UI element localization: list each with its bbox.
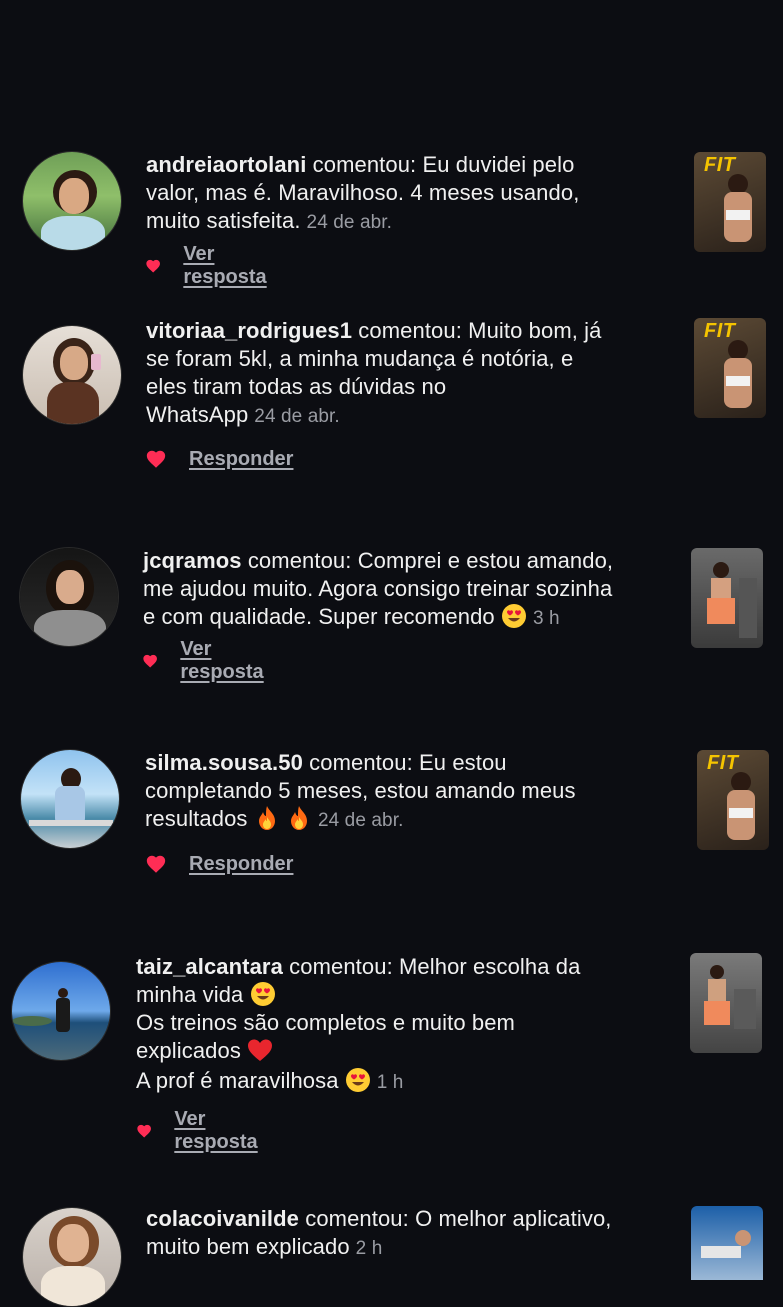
timestamp: 24 de abr. <box>254 406 340 427</box>
comment-line: resultados <box>145 806 248 831</box>
username[interactable]: taiz_alcantara <box>136 954 283 979</box>
comment-line: Eu estou <box>419 750 507 775</box>
comment-actions: Ver resposta <box>145 243 272 288</box>
comment-line: se foram 5kl, a minha mudança é notória,… <box>146 346 574 371</box>
like-heart-icon[interactable] <box>145 853 167 875</box>
post-thumbnail[interactable] <box>691 548 763 648</box>
comment-line: eles tiram todas as dúvidas no <box>146 374 447 399</box>
timestamp: 24 de abr. <box>317 810 404 831</box>
timestamp: 1 h <box>376 1072 404 1093</box>
comment-line: muito bem explicado <box>146 1234 350 1259</box>
comment-line: explicados <box>136 1038 241 1063</box>
comment-text: vitoriaa_rodrigues1 comentou: Muito bom,… <box>146 317 666 431</box>
comment-line: completando 5 meses, estou amando meus <box>145 778 576 803</box>
avatar[interactable] <box>20 749 120 849</box>
timestamp: 24 de abr. <box>306 212 393 233</box>
comment-line: Muito bom, já <box>468 318 602 343</box>
comment-line: e com qualidade. Super recomendo <box>143 604 495 629</box>
comment-text: silma.sousa.50 comentou: Eu estou comple… <box>145 749 665 835</box>
username[interactable]: jcqramos <box>143 548 242 573</box>
comment-verb: comentou: <box>302 750 419 775</box>
fire-emoji-icon <box>254 805 280 831</box>
avatar[interactable] <box>22 1207 122 1307</box>
avatar[interactable] <box>19 547 119 647</box>
post-thumbnail[interactable]: FIT <box>697 750 769 850</box>
post-thumbnail[interactable] <box>690 953 762 1053</box>
post-thumbnail[interactable] <box>691 1206 763 1280</box>
username[interactable]: andreiaortolani <box>146 152 306 177</box>
like-heart-icon[interactable] <box>136 1120 152 1142</box>
thumbnail-label: FIT <box>707 752 739 774</box>
comment-text: andreiaortolani comentou: Eu duvidei pel… <box>146 151 666 237</box>
comment-line: me ajudou muito. Agora consigo treinar s… <box>143 576 613 601</box>
comment-verb: comentou: <box>306 152 423 177</box>
like-heart-icon[interactable] <box>142 650 158 672</box>
heart-eyes-emoji-icon <box>345 1067 371 1093</box>
view-reply-link[interactable]: Ver resposta <box>183 243 272 289</box>
comment-line: Comprei e estou amando, <box>357 548 614 573</box>
comment-line: muito satisfeita. <box>146 208 301 233</box>
heart-eyes-emoji-icon <box>250 981 276 1007</box>
reply-link[interactable]: Responder <box>189 853 293 876</box>
red-heart-emoji-icon <box>247 1037 273 1063</box>
comment-line: WhatsApp <box>146 402 249 427</box>
comment-line: A prof é maravilhosa <box>136 1068 339 1093</box>
comment-actions: Responder <box>145 849 293 879</box>
heart-eyes-emoji-icon <box>501 603 527 629</box>
reply-link[interactable]: Responder <box>189 448 293 471</box>
username[interactable]: colacoivanilde <box>146 1206 299 1231</box>
comment-line: Eu duvidei pelo <box>422 152 575 177</box>
comment-actions: Ver resposta <box>142 638 269 683</box>
avatar[interactable] <box>11 961 111 1061</box>
post-thumbnail[interactable]: FIT <box>694 318 766 418</box>
like-heart-icon[interactable] <box>145 448 167 470</box>
username[interactable]: silma.sousa.50 <box>145 750 303 775</box>
username[interactable]: vitoriaa_rodrigues1 <box>146 318 352 343</box>
view-reply-link[interactable]: Ver resposta <box>180 638 269 684</box>
comment-line: minha vida <box>136 982 244 1007</box>
fire-emoji-icon <box>286 805 312 831</box>
comment-verb: comentou: <box>282 954 399 979</box>
thumbnail-label: FIT <box>704 320 736 342</box>
comment-line: Melhor escolha da <box>399 954 581 979</box>
comment-line: Os treinos são completos e muito bem <box>136 1010 515 1035</box>
comment-actions: Responder <box>145 444 293 474</box>
thumbnail-label: FIT <box>704 154 736 176</box>
comment-text: colacoivanilde comentou: O melhor aplica… <box>146 1205 666 1263</box>
comment-text: taiz_alcantara comentou: Melhor escolha … <box>136 953 666 1097</box>
view-reply-link[interactable]: Ver resposta <box>174 1108 263 1154</box>
comment-verb: comentou: <box>352 318 469 343</box>
timestamp: 3 h <box>532 608 560 629</box>
comment-line: O melhor aplicativo, <box>415 1206 612 1231</box>
comment-verb: comentou: <box>299 1206 416 1231</box>
timestamp: 2 h <box>355 1238 383 1259</box>
comment-verb: comentou: <box>241 548 358 573</box>
avatar[interactable] <box>22 151 122 251</box>
like-heart-icon[interactable] <box>145 255 161 277</box>
comment-text: jcqramos comentou: Comprei e estou amand… <box>143 547 683 633</box>
comment-actions: Ver resposta <box>136 1108 263 1153</box>
post-thumbnail[interactable]: FIT <box>694 152 766 252</box>
avatar[interactable] <box>22 325 122 425</box>
comment-line: valor, mas é. Maravilhoso. 4 meses usand… <box>146 180 580 205</box>
